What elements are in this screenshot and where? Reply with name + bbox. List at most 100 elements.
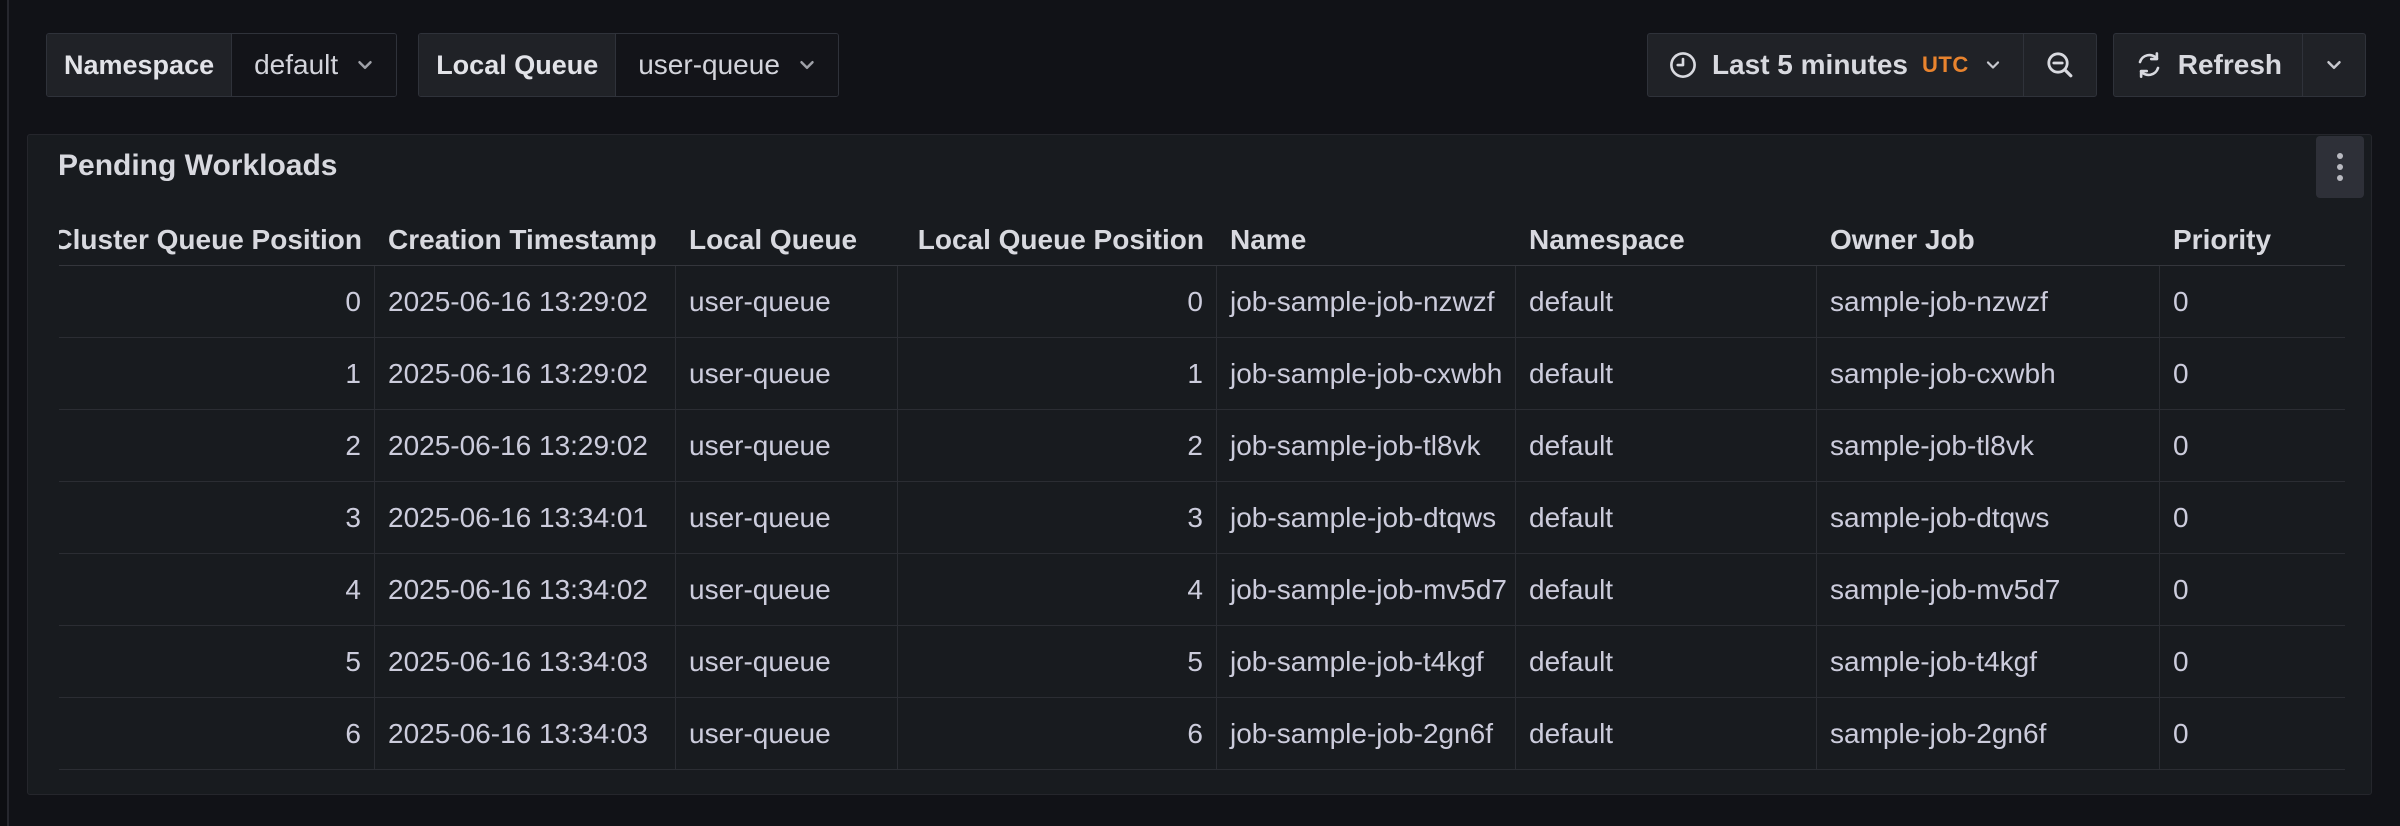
cell-priority: 0 (2160, 410, 2345, 481)
local-queue-filter-label: Local Queue (419, 34, 615, 96)
cell-namespace: default (1516, 554, 1817, 625)
namespace-filter-label: Namespace (47, 34, 231, 96)
sync-icon (2134, 50, 2164, 80)
chevron-down-icon (796, 54, 818, 76)
cell-namespace: default (1516, 482, 1817, 553)
cell-local-queue-position: 6 (898, 698, 1217, 769)
column-header-namespace[interactable]: Namespace (1516, 215, 1817, 265)
time-picker-group: Last 5 minutes UTC (1647, 33, 2097, 97)
cell-priority: 0 (2160, 266, 2345, 337)
cell-priority: 0 (2160, 626, 2345, 697)
table-header-row: Cluster Queue PositionCreation Timestamp… (59, 215, 2345, 266)
cell-local-queue: user-queue (676, 266, 898, 337)
chevron-down-icon (354, 54, 376, 76)
pending-workloads-panel: Pending Workloads Cluster Queue Position… (27, 134, 2372, 795)
cell-local-queue: user-queue (676, 698, 898, 769)
clock-icon (1668, 50, 1698, 80)
cell-creation-timestamp: 2025-06-16 13:34:03 (375, 626, 676, 697)
panel-header: Pending Workloads (28, 135, 2371, 197)
table-row: 42025-06-16 13:34:02user-queue4job-sampl… (59, 554, 2345, 626)
cell-name: job-sample-job-2gn6f (1217, 698, 1516, 769)
cell-cluster-queue-position: 0 (59, 266, 375, 337)
cell-priority: 0 (2160, 554, 2345, 625)
column-header-name[interactable]: Name (1217, 215, 1516, 265)
cell-local-queue: user-queue (676, 410, 898, 481)
cell-name: job-sample-job-cxwbh (1217, 338, 1516, 409)
table-row: 62025-06-16 13:34:03user-queue6job-sampl… (59, 698, 2345, 770)
cell-name: job-sample-job-nzwzf (1217, 266, 1516, 337)
cell-name: job-sample-job-dtqws (1217, 482, 1516, 553)
cell-local-queue: user-queue (676, 482, 898, 553)
namespace-filter-value[interactable]: default (231, 34, 396, 96)
cell-cluster-queue-position: 2 (59, 410, 375, 481)
column-header-owner-job[interactable]: Owner Job (1817, 215, 2160, 265)
time-range-picker[interactable]: Last 5 minutes UTC (1648, 34, 2023, 96)
cell-namespace: default (1516, 266, 1817, 337)
cell-creation-timestamp: 2025-06-16 13:34:03 (375, 698, 676, 769)
local-queue-filter: Local Queue user-queue (418, 33, 839, 97)
panel-menu-button[interactable] (2316, 136, 2364, 198)
dashboard-toolbar: Namespace default Local Queue user-queue (46, 33, 2366, 97)
table-row: 02025-06-16 13:29:02user-queue0job-sampl… (59, 266, 2345, 338)
pending-workloads-table: Cluster Queue PositionCreation Timestamp… (59, 215, 2345, 770)
panel-title[interactable]: Pending Workloads (58, 149, 337, 183)
cell-local-queue-position: 0 (898, 266, 1217, 337)
variable-filters: Namespace default Local Queue user-queue (46, 33, 839, 97)
local-queue-filter-selected: user-queue (638, 49, 780, 81)
cell-local-queue-position: 5 (898, 626, 1217, 697)
chevron-down-icon (2323, 54, 2345, 76)
cell-priority: 0 (2160, 482, 2345, 553)
magnifier-minus-icon (2044, 49, 2076, 81)
page-left-shade (0, 0, 7, 826)
cell-priority: 0 (2160, 698, 2345, 769)
cell-local-queue: user-queue (676, 338, 898, 409)
column-header-cluster-queue-position[interactable]: Cluster Queue Position (59, 215, 375, 265)
cell-cluster-queue-position: 1 (59, 338, 375, 409)
column-header-creation-timestamp[interactable]: Creation Timestamp (375, 215, 676, 265)
refresh-interval-dropdown[interactable] (2302, 34, 2365, 96)
cell-owner-job: sample-job-tl8vk (1817, 410, 2160, 481)
cell-name: job-sample-job-tl8vk (1217, 410, 1516, 481)
cell-name: job-sample-job-t4kgf (1217, 626, 1516, 697)
time-range-label: Last 5 minutes (1712, 49, 1908, 81)
column-header-local-queue[interactable]: Local Queue (676, 215, 898, 265)
page-left-edge (7, 0, 9, 826)
cell-cluster-queue-position: 4 (59, 554, 375, 625)
table-row: 32025-06-16 13:34:01user-queue3job-sampl… (59, 482, 2345, 554)
cell-namespace: default (1516, 626, 1817, 697)
table-row: 22025-06-16 13:29:02user-queue2job-sampl… (59, 410, 2345, 482)
cell-priority: 0 (2160, 338, 2345, 409)
cell-namespace: default (1516, 410, 1817, 481)
cell-owner-job: sample-job-dtqws (1817, 482, 2160, 553)
cell-local-queue-position: 2 (898, 410, 1217, 481)
table-row: 12025-06-16 13:29:02user-queue1job-sampl… (59, 338, 2345, 410)
cell-local-queue-position: 1 (898, 338, 1217, 409)
table-row: 52025-06-16 13:34:03user-queue5job-sampl… (59, 626, 2345, 698)
kebab-icon (2337, 164, 2343, 170)
cell-owner-job: sample-job-2gn6f (1817, 698, 2160, 769)
cell-cluster-queue-position: 3 (59, 482, 375, 553)
column-header-local-queue-position[interactable]: Local Queue Position (898, 215, 1217, 265)
column-header-priority[interactable]: Priority (2160, 215, 2345, 265)
cell-local-queue: user-queue (676, 554, 898, 625)
cell-namespace: default (1516, 338, 1817, 409)
time-controls: Last 5 minutes UTC (1647, 33, 2366, 97)
cell-cluster-queue-position: 6 (59, 698, 375, 769)
refresh-button[interactable]: Refresh (2114, 34, 2302, 96)
cell-owner-job: sample-job-nzwzf (1817, 266, 2160, 337)
cell-local-queue-position: 4 (898, 554, 1217, 625)
cell-creation-timestamp: 2025-06-16 13:29:02 (375, 266, 676, 337)
chevron-down-icon (1983, 55, 2003, 75)
cell-creation-timestamp: 2025-06-16 13:29:02 (375, 338, 676, 409)
cell-creation-timestamp: 2025-06-16 13:34:01 (375, 482, 676, 553)
cell-owner-job: sample-job-cxwbh (1817, 338, 2160, 409)
refresh-button-label: Refresh (2178, 49, 2282, 81)
local-queue-filter-value[interactable]: user-queue (615, 34, 838, 96)
namespace-filter-selected: default (254, 49, 338, 81)
cell-name: job-sample-job-mv5d7 (1217, 554, 1516, 625)
cell-cluster-queue-position: 5 (59, 626, 375, 697)
cell-creation-timestamp: 2025-06-16 13:29:02 (375, 410, 676, 481)
cell-namespace: default (1516, 698, 1817, 769)
time-zoom-out-button[interactable] (2023, 34, 2096, 96)
cell-owner-job: sample-job-mv5d7 (1817, 554, 2160, 625)
